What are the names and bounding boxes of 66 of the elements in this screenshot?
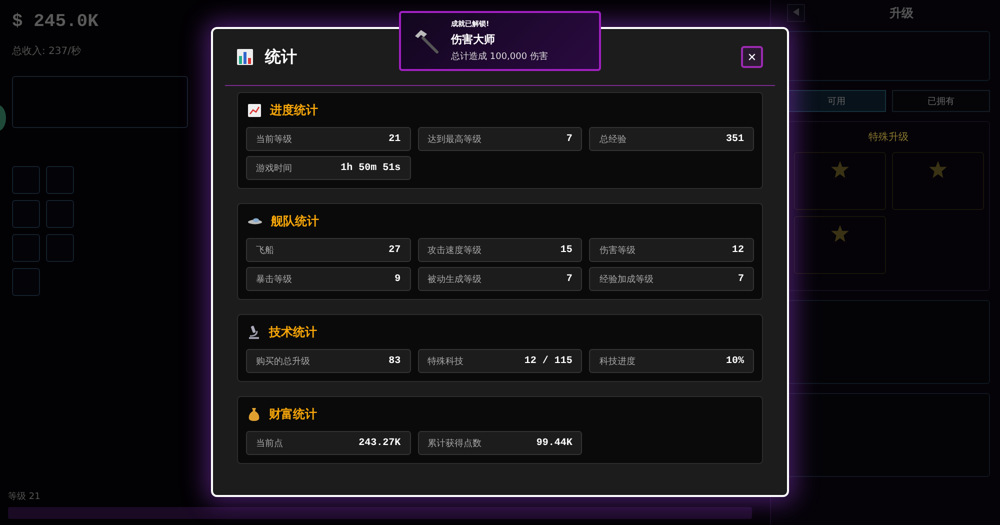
stat-label: 总经验 xyxy=(599,134,626,146)
tab[interactable]: 可用 xyxy=(787,90,886,112)
stat-value: 99.44K xyxy=(536,438,572,448)
stat-value: 12 xyxy=(732,244,744,256)
stat-value: 7 xyxy=(566,274,572,284)
panel-title: 升级 xyxy=(888,4,914,22)
stat-value: 7 xyxy=(566,134,572,144)
stat-value: 12 / 115 xyxy=(524,356,572,366)
upgrade-card[interactable] xyxy=(892,152,984,210)
menu-button[interactable] xyxy=(46,200,74,228)
stat-value: 351 xyxy=(726,134,744,144)
stat-value: 21 xyxy=(388,134,401,144)
level-label: 等级 21 xyxy=(8,490,42,503)
money-total: $ 245.0K xyxy=(12,12,100,32)
upgrade-card[interactable] xyxy=(794,216,886,274)
stat-value: 15 xyxy=(560,244,572,256)
menu-button[interactable] xyxy=(12,166,40,194)
close-button[interactable]: ✕ xyxy=(741,46,763,68)
stat-label: 游戏时间 xyxy=(256,162,292,174)
hammer-icon xyxy=(413,28,439,54)
stat-value: 243.27K xyxy=(358,438,401,448)
stat-value: 7 xyxy=(738,274,744,284)
section-title: 技术统计 xyxy=(269,324,317,340)
stat-label: 经验加成等级 xyxy=(599,274,654,286)
stat-label: 暴击等级 xyxy=(256,274,292,286)
chart-icon xyxy=(248,104,261,116)
section-title: 进度统计 xyxy=(270,102,318,118)
special-upgrades-title: 特殊升级 xyxy=(868,130,908,144)
menu-button[interactable] xyxy=(46,166,74,194)
menu-button[interactable] xyxy=(46,234,74,262)
modal-title: 统计 xyxy=(265,46,297,68)
ufo-icon xyxy=(248,216,262,226)
stat-label: 当前等级 xyxy=(256,134,292,146)
star-icon xyxy=(830,225,848,242)
stat-label: 攻击速度等级 xyxy=(428,244,482,256)
stat-label: 飞船 xyxy=(256,244,274,256)
microscope-icon xyxy=(248,325,260,339)
stat-value: 1h 50m 51s xyxy=(340,162,401,174)
section-title: 财富统计 xyxy=(269,406,317,422)
section-title: 舰队统计 xyxy=(271,212,319,230)
stat-label: 达到最高等级 xyxy=(428,134,482,146)
stat-value: 83 xyxy=(388,356,401,366)
star-icon xyxy=(928,161,946,178)
stat-value: 10% xyxy=(726,356,744,366)
income-rate: 总收入: 237/秒 xyxy=(12,44,82,58)
menu-button[interactable] xyxy=(12,268,40,296)
stat-label: 伤害等级 xyxy=(599,244,636,256)
stat-value: 9 xyxy=(394,274,401,284)
upgrade-card[interactable] xyxy=(794,152,886,210)
stat-label: 科技进度 xyxy=(599,356,636,368)
back-icon xyxy=(793,8,799,16)
achievement-description: 总计造成 100,000 伤害 xyxy=(451,50,548,63)
stat-label: 当前点 xyxy=(256,438,283,450)
stat-label: 累计获得点数 xyxy=(428,438,482,450)
menu-button[interactable] xyxy=(12,200,40,228)
stat-label: 特殊科技 xyxy=(428,356,464,368)
star-icon xyxy=(830,161,848,178)
stat-label: 被动生成等级 xyxy=(428,274,482,286)
back-button[interactable] xyxy=(787,4,805,22)
achievement-title: 伤害大师 xyxy=(451,32,496,47)
tab[interactable]: 已拥有 xyxy=(892,90,990,112)
menu-button[interactable] xyxy=(12,234,40,262)
money-bag-icon xyxy=(248,407,260,421)
stat-label: 购买的总升级 xyxy=(256,356,310,368)
stat-value: 27 xyxy=(388,244,401,256)
bar-chart-icon xyxy=(237,49,253,65)
